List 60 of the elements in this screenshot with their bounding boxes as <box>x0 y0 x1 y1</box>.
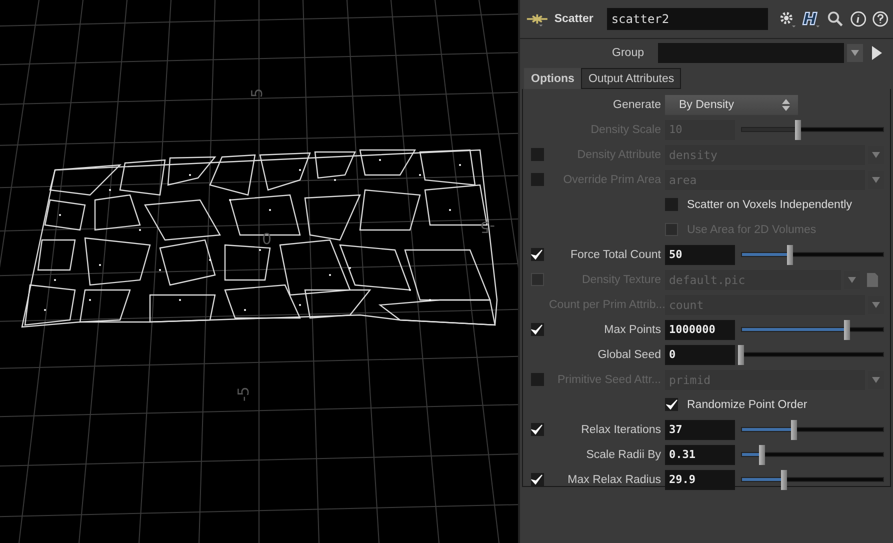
tab[interactable]: Options <box>524 68 582 89</box>
select-arrow-icon[interactable] <box>871 45 883 61</box>
checkbox-label: Scatter on Voxels Independently <box>687 198 852 210</box>
value-field[interactable]: 29.9 <box>665 470 735 490</box>
caret-icon <box>872 152 880 158</box>
dropdown-button[interactable] <box>847 44 863 62</box>
axis-label: 0 <box>262 230 272 248</box>
slider-track[interactable] <box>738 120 887 140</box>
checkmark-icon <box>666 398 678 410</box>
parameter-label: Force Total Count <box>569 248 661 260</box>
slider-handle[interactable] <box>780 470 787 490</box>
checkmark-icon <box>531 324 543 336</box>
h-logo-icon[interactable] <box>802 9 821 29</box>
checkbox[interactable] <box>665 198 678 211</box>
help-icon[interactable] <box>872 10 889 28</box>
slider-track[interactable] <box>738 244 887 264</box>
value-field[interactable]: 0 <box>665 344 735 364</box>
slider-handle[interactable] <box>759 444 766 464</box>
value-field[interactable]: 0.31 <box>665 444 735 464</box>
slider-track[interactable] <box>738 420 887 440</box>
parameter-label: Scale Radii By <box>585 448 661 460</box>
gear-icon[interactable] <box>778 9 796 29</box>
axis-label: -5 <box>480 218 495 236</box>
parameter-label: Max Points <box>603 324 661 336</box>
slider-fill <box>742 253 790 256</box>
generate-menu[interactable]: By Density <box>665 94 798 114</box>
value-field[interactable]: 37 <box>665 420 735 440</box>
axis-label: -5 <box>234 386 252 402</box>
caret-icon <box>872 376 880 382</box>
checkmark-icon <box>531 248 543 260</box>
caret-icon <box>872 302 880 308</box>
caret-icon <box>848 276 856 282</box>
node-name-field[interactable]: scatter2 <box>607 8 768 30</box>
search-icon[interactable] <box>826 10 844 28</box>
slider-track[interactable] <box>738 344 887 364</box>
caret-icon <box>851 50 859 56</box>
parameter-label: Generate <box>612 98 661 110</box>
slider-track[interactable] <box>738 470 887 490</box>
slider-handle[interactable] <box>786 244 793 264</box>
slider-handle[interactable] <box>738 344 744 364</box>
node-type-label: Scatter <box>554 13 594 25</box>
slider-handle[interactable] <box>790 420 797 440</box>
checkmark-icon <box>531 474 543 486</box>
axis-label: 5 <box>248 88 266 98</box>
slider-track[interactable] <box>738 444 887 464</box>
group-field[interactable] <box>658 43 844 63</box>
updown-arrows-icon <box>782 98 790 110</box>
info-icon[interactable] <box>850 10 866 28</box>
checkmark-icon <box>531 424 543 436</box>
parameter-label: Max Relax Radius <box>566 474 661 486</box>
checkbox-label: Randomize Point Order <box>687 398 808 410</box>
group-label: Group <box>611 47 644 59</box>
tab[interactable]: Output Attributes <box>581 68 682 89</box>
parameter-label: Relax Iterations <box>580 424 661 436</box>
caret-icon <box>872 176 880 182</box>
slider-handle[interactable] <box>844 320 850 340</box>
value-field[interactable]: 50 <box>665 244 735 264</box>
slider-track[interactable] <box>738 320 887 340</box>
value-field[interactable]: 1000000 <box>665 320 735 340</box>
parameter-label: Global Seed <box>596 348 661 360</box>
